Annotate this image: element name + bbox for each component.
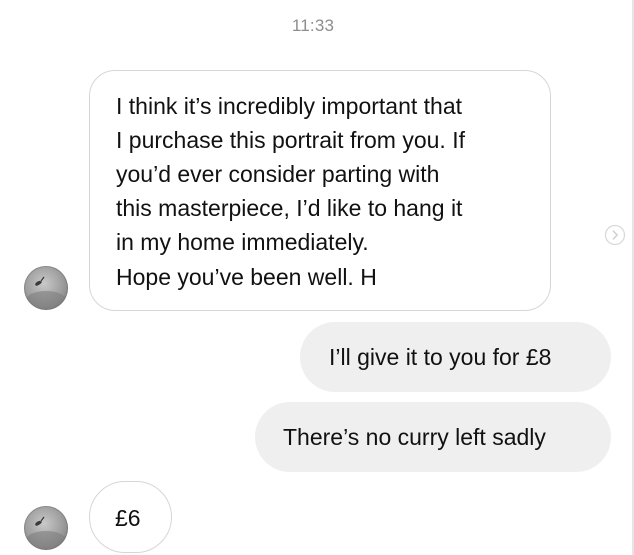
message-text: There’s no curry left sadly (283, 424, 546, 450)
message-text-line: you’d ever consider parting with (116, 161, 440, 187)
message-text-line: I think it’s incredibly important that (116, 93, 463, 119)
sender-avatar[interactable] (24, 266, 68, 310)
sender-avatar[interactable] (24, 506, 68, 550)
incoming-message-bubble[interactable]: I think it’s incredibly important that I… (89, 70, 551, 311)
message-signoff: Hope you’ve been well. H (116, 264, 377, 290)
message-text: £6 (115, 505, 141, 531)
outgoing-message-bubble[interactable]: There’s no curry left sadly (255, 402, 611, 472)
message-timestamp: 11:33 (291, 16, 335, 35)
incoming-message-bubble[interactable]: £6 (89, 481, 172, 553)
outgoing-message-bubble[interactable]: I’ll give it to you for £8 (300, 322, 611, 392)
chevron-right-circle-icon[interactable] (604, 224, 626, 246)
chat-thread: 11:33 I think it’s incredibly important … (0, 0, 634, 555)
message-text-line: I purchase this portrait from you. If (116, 127, 465, 153)
message-text: I’ll give it to you for £8 (329, 344, 552, 370)
message-text-line: in my home immediately. (116, 229, 369, 255)
message-text-line: this masterpiece, I’d like to hang it (116, 195, 463, 221)
